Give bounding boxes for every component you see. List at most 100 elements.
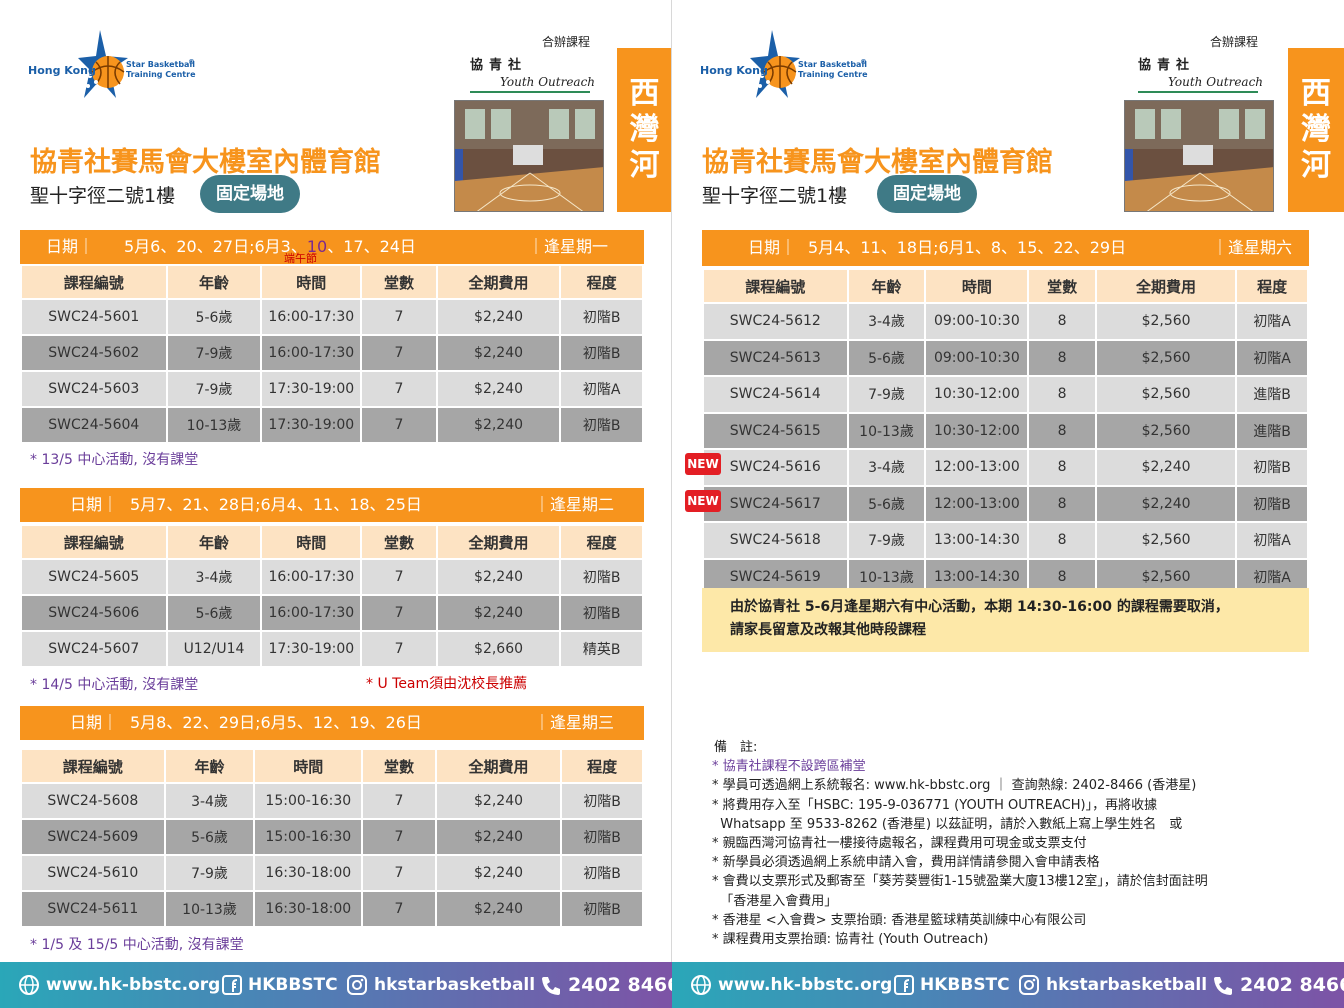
table-cell: 初階A — [1235, 521, 1309, 560]
yo-en: Youth Outreach — [1168, 75, 1264, 89]
table-cell: 16:00-17:30 — [260, 334, 363, 372]
table-cell: 10-13歲 — [163, 890, 256, 928]
table-cell: 16:30-18:00 — [253, 854, 364, 892]
column-header: 課程編號 — [702, 268, 849, 304]
table-cell: 初階B — [560, 782, 644, 820]
dates-text: 5月6、20、27日;6月3、10、17、24日 — [124, 237, 416, 256]
footer-right: www.hk-bbstc.org HKBBSTC hkstarbasketbal… — [672, 962, 1344, 1008]
table-row: SWC24-5608 3-4歲 15:00-16:30 7 $2,240 初階B — [20, 782, 644, 820]
table-cell: 進階B — [1235, 411, 1309, 450]
district-name: 西灣河 — [629, 76, 660, 183]
column-header: 全期費用 — [434, 748, 563, 784]
instagram-icon — [1019, 975, 1039, 995]
table-cell: SWC24-5603 — [20, 370, 168, 408]
phone-text: 2402 8466 — [568, 974, 681, 996]
cohost-label: 合辦課程 — [1210, 35, 1259, 49]
table-header-row: 課程編號 年齡 時間 堂數 全期費用 程度 — [20, 748, 644, 784]
notice-box: 由於協青社 5-6月逢星期六有中心活動，本期 14:30-16:00 的課程需要… — [702, 588, 1309, 652]
column-header: 全期費用 — [435, 524, 562, 560]
table-cell: $2,240 — [435, 298, 562, 336]
column-header: 年齡 — [846, 268, 927, 304]
yo-en: Youth Outreach — [500, 75, 596, 89]
youth-outreach-logo: 協青社 Youth Outreach — [470, 54, 595, 93]
date-bar-tuesday: 日期｜ 5月7、21、28日;6月4、11、18、25日 ｜逢星期二 — [20, 488, 644, 522]
facebook-text: HKBBSTC — [248, 975, 338, 995]
table-cell: 初階B — [560, 818, 644, 856]
dates-text: 5月7、21、28日;6月4、11、18、25日 — [130, 495, 422, 514]
table-row: SWC24-5618 7-9歲 13:00-14:30 8 $2,560 初階A — [702, 521, 1309, 560]
table-cell: 10:30-12:00 — [924, 411, 1030, 450]
table-cell: 8 — [1027, 302, 1097, 341]
table-cell: 7 — [360, 406, 438, 444]
table-cell: $2,240 — [434, 854, 563, 892]
facebook-icon — [222, 975, 242, 995]
column-header: 課程編號 — [20, 524, 168, 560]
globe-icon — [19, 975, 39, 995]
note-tuesday: * 14/5 中心活動, 沒有課堂 — [30, 677, 199, 693]
footer-phone[interactable]: 2402 8466 — [1212, 962, 1344, 1008]
table-cell: 10-13歲 — [165, 406, 263, 444]
yo-underline — [470, 91, 590, 93]
table-row: SWC24-5603 7-9歲 17:30-19:00 7 $2,240 初階A — [20, 370, 644, 408]
footer-instagram[interactable]: hkstarbasketball — [346, 962, 535, 1008]
table-cell: 初階B — [560, 854, 644, 892]
table-cell: 初階B — [559, 298, 644, 336]
schedule-table-wednesday: 課程編號 年齡 時間 堂數 全期費用 程度 SWC24-5608 3-4歲 15:00-16:3… — [20, 748, 644, 928]
date-label: 日期｜ — [70, 495, 119, 514]
footer-facebook[interactable]: HKBBSTC — [222, 962, 338, 1008]
footer-instagram[interactable]: hkstarbasketball — [1018, 962, 1207, 1008]
remark-line: * 協青社課程不設跨區補堂 — [712, 759, 866, 775]
column-header: 程度 — [1235, 268, 1309, 304]
table-cell: $2,240 — [435, 370, 562, 408]
table-cell: 5-6歲 — [165, 298, 263, 336]
footer-website[interactable]: www.hk-bbstc.org — [18, 962, 220, 1008]
venue-title: 協青社賽馬會大樓室內體育館 — [702, 147, 1053, 178]
table-cell: $2,240 — [435, 334, 562, 372]
table-row: SWC24-5602 7-9歲 16:00-17:30 7 $2,240 初階B — [20, 334, 644, 372]
table-cell: 初階B — [559, 558, 644, 596]
table-cell: 7-9歲 — [165, 370, 263, 408]
table-cell: 7 — [360, 298, 438, 336]
table-cell: 初階B — [559, 334, 644, 372]
footer-facebook[interactable]: HKBBSTC — [894, 962, 1010, 1008]
table-row: SWC24-5611 10-13歲 16:30-18:00 7 $2,240 初階B — [20, 890, 644, 928]
table-cell: 初階B — [559, 594, 644, 632]
table-cell: 7 — [360, 334, 438, 372]
footer-phone[interactable]: 2402 8466 — [540, 962, 680, 1008]
table-row: SWC24-5609 5-6歲 15:00-16:30 7 $2,240 初階B — [20, 818, 644, 856]
table-cell: 7 — [360, 370, 438, 408]
table-row: SWC24-5616 3-4歲 12:00-13:00 8 $2,240 初階B — [702, 448, 1309, 487]
table-cell: $2,240 — [434, 890, 563, 928]
globe-icon — [691, 975, 711, 995]
table-cell: SWC24-5609 — [20, 818, 166, 856]
date-bar-saturday: 日期｜ 5月4、11、18日;6月1、8、15、22、29日 ｜逢星期六 — [702, 230, 1309, 266]
column-header: 堂數 — [1027, 268, 1097, 304]
table-cell: 7-9歲 — [163, 854, 256, 892]
table-cell: 15:00-16:30 — [253, 818, 364, 856]
table-header-row: 課程編號 年齡 時間 堂數 全期費用 程度 — [20, 524, 644, 560]
column-header: 時間 — [924, 268, 1030, 304]
table-cell: 8 — [1027, 448, 1097, 487]
remark-line: * 香港星 <入會費> 支票抬頭: 香港星籃球精英訓練中心有限公司 — [712, 912, 1087, 928]
table-cell: 7 — [361, 818, 437, 856]
table-cell: SWC24-5610 — [20, 854, 166, 892]
table-cell: 16:00-17:30 — [260, 558, 363, 596]
note-wednesday: * 1/5 及 15/5 中心活動, 沒有課堂 — [30, 937, 244, 953]
table-cell: $2,660 — [435, 630, 562, 668]
remark-line: 「香港星入會費用」 — [712, 893, 838, 909]
logo-hk-text: Hong Kong — [700, 64, 768, 77]
table-cell: $2,560 — [1094, 521, 1238, 560]
youth-outreach-logo: 協青社 Youth Outreach — [1138, 54, 1263, 93]
table-cell: 16:30-18:00 — [253, 890, 364, 928]
yo-cn: 協青社 — [1138, 58, 1196, 73]
table-cell: SWC24-5606 — [20, 594, 168, 632]
table-cell: 進階B — [1235, 375, 1309, 414]
table-cell: 12:00-13:00 — [924, 484, 1030, 523]
table-cell: $2,240 — [435, 406, 562, 444]
table-cell: SWC24-5607 — [20, 630, 168, 668]
column-header: 全期費用 — [435, 264, 562, 300]
table-row: SWC24-5613 5-6歲 09:00-10:30 8 $2,560 初階A — [702, 338, 1309, 377]
footer-website[interactable]: www.hk-bbstc.org — [690, 962, 892, 1008]
table-header-row: 課程編號 年齡 時間 堂數 全期費用 程度 — [702, 268, 1309, 304]
day-label: ｜逢星期一 — [528, 237, 609, 256]
